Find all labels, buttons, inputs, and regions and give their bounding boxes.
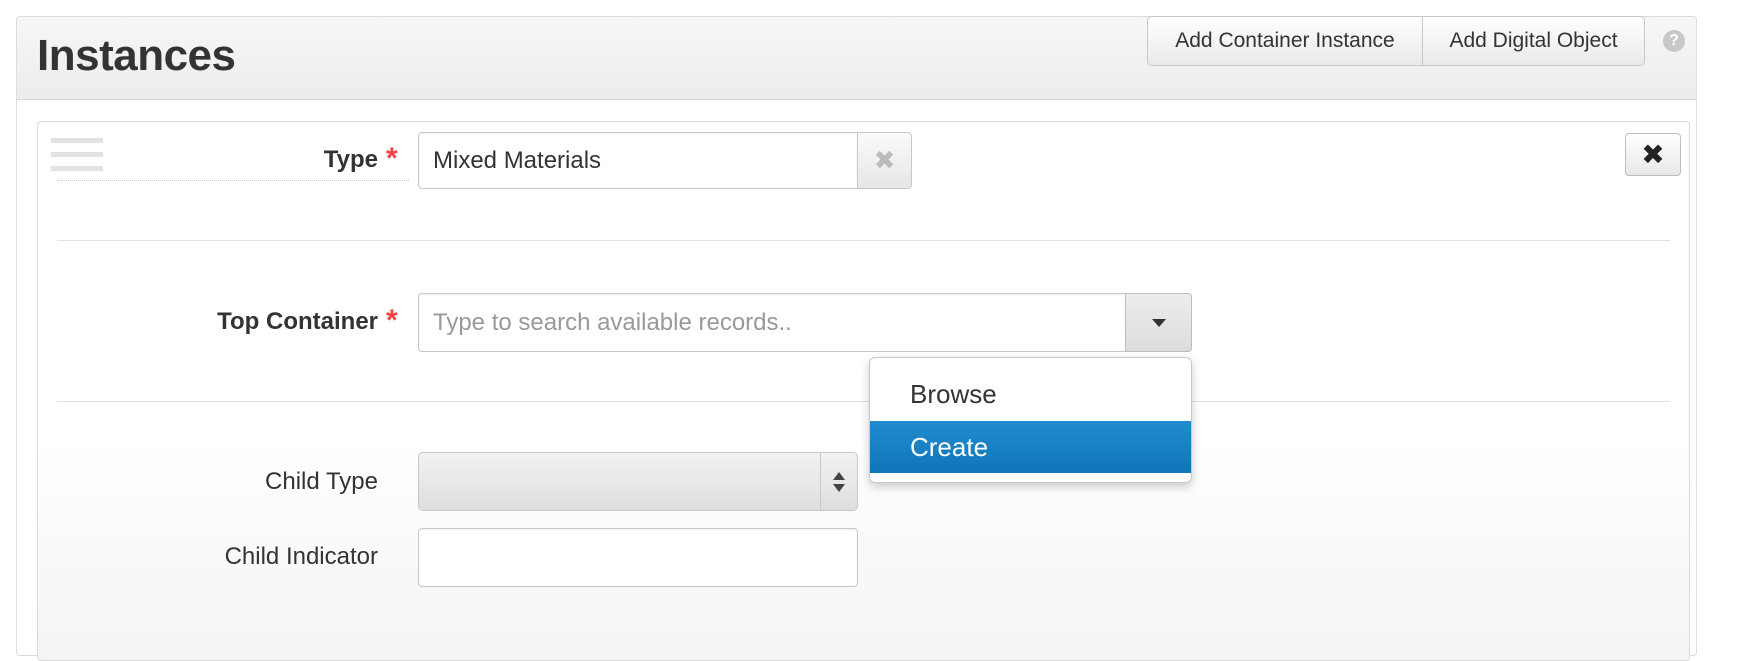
divider — [57, 240, 1670, 241]
menu-item-browse[interactable]: Browse — [870, 368, 1191, 420]
close-icon[interactable]: ✖ — [1625, 133, 1681, 176]
top-container-label: Top Container — [217, 308, 378, 335]
required-marker: * — [386, 142, 398, 175]
instance-subrecord — [37, 121, 1690, 661]
chevron-down-icon — [1151, 318, 1166, 327]
label-underline — [57, 180, 409, 181]
add-digital-object-button[interactable]: Add Digital Object — [1423, 16, 1645, 66]
child-indicator-label: Child Indicator — [224, 543, 378, 570]
add-container-instance-button[interactable]: Add Container Instance — [1147, 16, 1423, 66]
child-type-label: Child Type — [265, 468, 378, 495]
select-arrows-icon — [820, 453, 857, 510]
menu-item-create[interactable]: Create — [870, 421, 1191, 473]
child-indicator-input[interactable] — [418, 528, 858, 587]
divider — [57, 401, 1670, 402]
header-button-group: Add Container Instance Add Digital Objec… — [1147, 16, 1645, 66]
top-container-dropdown-menu: Browse Create — [869, 357, 1192, 483]
child-type-select[interactable] — [418, 452, 858, 511]
type-label: Type — [323, 146, 378, 173]
times-icon[interactable]: ✖ — [857, 132, 912, 189]
section-title: Instances — [37, 31, 236, 80]
top-container-search-input[interactable]: Type to search available records.. — [418, 293, 1126, 352]
drag-handle-icon[interactable] — [51, 138, 103, 180]
help-icon[interactable]: ? — [1663, 30, 1685, 52]
top-container-dropdown-toggle[interactable] — [1125, 293, 1192, 352]
type-field[interactable]: Mixed Materials — [418, 132, 858, 189]
required-marker: * — [386, 304, 398, 337]
